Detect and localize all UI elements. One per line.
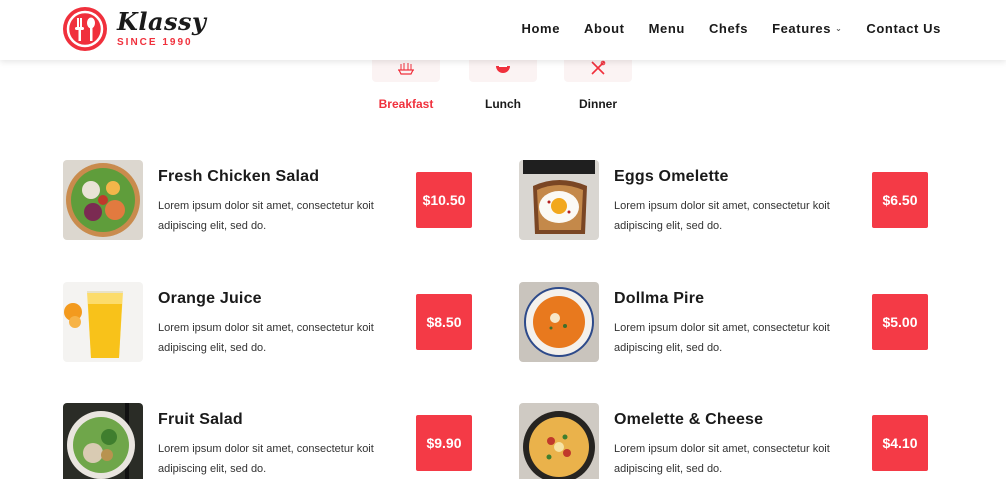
- menu-item-title: Eggs Omelette: [614, 168, 729, 185]
- menu-item[interactable]: Dollma Pire Lorem ipsum dolor sit amet, …: [519, 282, 929, 362]
- menu-item-title: Fruit Salad: [158, 411, 243, 428]
- tab-lunch-label: Lunch: [485, 97, 521, 111]
- nav-home[interactable]: Home: [522, 21, 561, 36]
- tab-breakfast[interactable]: Breakfast: [372, 60, 440, 111]
- menu-item[interactable]: Fruit Salad Lorem ipsum dolor sit amet, …: [63, 403, 473, 479]
- nav-about-label: About: [584, 21, 625, 36]
- tab-dinner-label: Dinner: [578, 97, 617, 111]
- meal-tabs: Breakfast Lunch Dinner: [372, 60, 634, 115]
- brand-logo[interactable]: Klassy SINCE 1990: [63, 7, 207, 51]
- chicken-salad-image: [63, 160, 143, 240]
- nav-contact-us-label: Contact Us: [866, 21, 941, 36]
- menu-item[interactable]: Eggs Omelette Lorem ipsum dolor sit amet…: [519, 160, 929, 240]
- main-nav: Home About Menu Chefs Features ⌄ Contact …: [522, 21, 941, 36]
- nav-features-label: Features: [772, 21, 832, 36]
- nav-chefs[interactable]: Chefs: [709, 21, 748, 36]
- nav-about[interactable]: About: [584, 21, 625, 36]
- price-badge[interactable]: $5.00: [872, 294, 928, 350]
- menu-item-description: Lorem ipsum dolor sit amet, consectetur …: [158, 322, 374, 354]
- nav-features[interactable]: Features ⌄: [772, 21, 842, 36]
- fruit-salad-image: [63, 403, 143, 479]
- nav-menu-label: Menu: [648, 21, 685, 36]
- price-badge[interactable]: $4.10: [872, 415, 928, 471]
- nav-home-label: Home: [521, 21, 561, 36]
- tab-dinner[interactable]: Dinner: [564, 60, 632, 111]
- fork-spoon-logo-icon: [63, 7, 107, 51]
- menu-item-title: Dollma Pire: [614, 290, 705, 307]
- brand-since: SINCE 1990: [117, 37, 193, 48]
- menu-item-description: Lorem ipsum dolor sit amet, consectetur …: [158, 443, 374, 475]
- nav-chefs-label: Chefs: [708, 21, 749, 36]
- price-badge[interactable]: $9.90: [416, 415, 472, 471]
- price-badge[interactable]: $6.50: [872, 172, 928, 228]
- price-badge[interactable]: $10.50: [416, 172, 472, 228]
- breakfast-icon: [372, 60, 440, 82]
- menu-item-description: Lorem ipsum dolor sit amet, consectetur …: [614, 322, 830, 354]
- menu-item[interactable]: Omelette & Cheese Lorem ipsum dolor sit …: [519, 403, 929, 479]
- price-badge[interactable]: $8.50: [416, 294, 472, 350]
- menu-item-description: Lorem ipsum dolor sit amet, consectetur …: [614, 443, 830, 475]
- nav-menu[interactable]: Menu: [649, 21, 685, 36]
- menu-item-description: Lorem ipsum dolor sit amet, consectetur …: [614, 200, 830, 232]
- menu-item-title: Omelette & Cheese: [614, 411, 764, 428]
- orange-juice-image: [63, 282, 143, 362]
- menu-item-description: Lorem ipsum dolor sit amet, consectetur …: [158, 200, 374, 232]
- site-header: Klassy SINCE 1990 Home About Menu Chefs …: [0, 0, 1006, 60]
- menu-item-title: Fresh Chicken Salad: [158, 168, 320, 185]
- tab-breakfast-label: Breakfast: [378, 97, 434, 111]
- eggs-omelette-image: [519, 160, 599, 240]
- dollma-pire-image: [519, 282, 599, 362]
- chevron-down-icon: ⌄: [835, 24, 843, 33]
- menu-item[interactable]: Orange Juice Lorem ipsum dolor sit amet,…: [63, 282, 473, 362]
- nav-contact-us[interactable]: Contact Us: [866, 21, 941, 36]
- lunch-icon: [469, 60, 537, 82]
- menu-item[interactable]: Fresh Chicken Salad Lorem ipsum dolor si…: [63, 160, 473, 240]
- dinner-icon: [564, 60, 632, 82]
- omelette-cheese-image: [519, 403, 599, 479]
- brand-name: Klassy: [117, 7, 207, 36]
- tab-lunch[interactable]: Lunch: [469, 60, 537, 111]
- menu-item-title: Orange Juice: [158, 290, 262, 307]
